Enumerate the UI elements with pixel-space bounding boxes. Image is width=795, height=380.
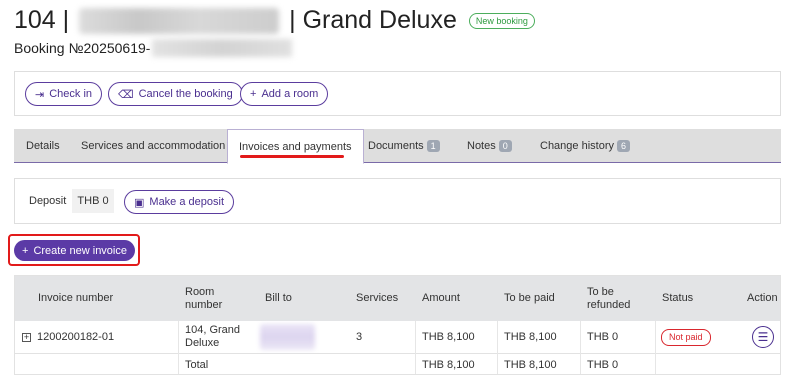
to-be-refunded-cell: THB 0	[587, 330, 619, 343]
new-booking-badge: New booking	[468, 12, 535, 29]
header-action: Action	[747, 292, 778, 304]
add-room-label: Add a room	[261, 88, 319, 100]
header-to-be-paid: To be paid	[504, 292, 555, 304]
invoice-number-cell: + 1200200182-01	[22, 321, 114, 353]
column-divider	[497, 321, 498, 374]
total-label: Total	[185, 358, 209, 371]
table-row: + 1200200182-01 104, Grand Deluxe 3 THB …	[15, 321, 780, 354]
table-header: Invoice number Room number Bill to Servi…	[15, 276, 780, 321]
booking-tabs: Details Services and accommodation Invoi…	[14, 129, 781, 164]
header-status: Status	[662, 292, 694, 304]
total-to-be-paid: THB 8,100	[504, 358, 557, 371]
tab-notes[interactable]: Notes 0	[456, 129, 523, 163]
deposit-panel: Deposit THB 0 ▣ Make a deposit	[14, 178, 781, 224]
create-invoice-label: Create new invoice	[33, 244, 127, 257]
tab-label: Change history	[540, 140, 614, 152]
tab-label: Invoices and payments	[239, 140, 352, 153]
check-in-label: Check in	[49, 88, 93, 100]
create-invoice-highlight: + Create new invoice	[8, 234, 140, 266]
cancel-icon: ⌫	[118, 88, 134, 101]
room-number: 104 |	[14, 6, 70, 34]
add-room-button[interactable]: + Add a room	[240, 82, 329, 106]
column-divider	[415, 321, 416, 374]
history-count-badge: 6	[617, 140, 631, 152]
make-deposit-button[interactable]: ▣ Make a deposit	[124, 190, 235, 214]
tab-details[interactable]: Details	[15, 129, 71, 163]
tab-label: Services and accommodation	[81, 140, 226, 152]
header-room-number: Room number	[185, 285, 223, 311]
column-divider	[178, 321, 179, 374]
bill-to-cell	[260, 321, 315, 353]
check-in-icon: ⇥	[35, 88, 45, 101]
guest-name-redacted	[79, 7, 280, 34]
booking-number-row: Booking №20250619-	[14, 39, 293, 57]
column-divider	[580, 321, 581, 374]
header-to-be-refunded: To be refunded	[587, 285, 631, 311]
total-amount: THB 8,100	[422, 358, 475, 371]
booking-number: Booking №20250619-	[14, 40, 151, 56]
deposit-value: THB 0	[72, 189, 114, 213]
deposit-label: Deposit	[29, 195, 67, 207]
tab-invoices-payments[interactable]: Invoices and payments	[227, 129, 364, 164]
wallet-icon: ▣	[134, 196, 145, 209]
bill-to-redacted	[260, 324, 315, 350]
tab-documents[interactable]: Documents 1	[357, 129, 451, 163]
table-total-row: Total THB 8,100 THB 8,100 THB 0	[15, 354, 780, 374]
tab-services-accommodation[interactable]: Services and accommodation	[70, 129, 236, 163]
booking-number-redacted	[152, 39, 293, 57]
invoices-table: Invoice number Room number Bill to Servi…	[14, 275, 781, 375]
plus-icon: +	[250, 88, 257, 100]
expand-icon[interactable]: +	[22, 332, 31, 342]
cancel-booking-label: Cancel the booking	[138, 88, 233, 100]
cancel-booking-button[interactable]: ⌫ Cancel the booking	[108, 82, 243, 106]
to-be-paid-cell: THB 8,100	[504, 330, 557, 343]
status-badge: Not paid	[661, 328, 711, 346]
plus-icon: +	[22, 244, 29, 257]
active-tab-highlight	[240, 155, 344, 158]
amount-cell: THB 8,100	[422, 330, 475, 343]
header-services: Services	[356, 292, 399, 304]
documents-count-badge: 1	[426, 140, 440, 152]
tab-label: Details	[26, 140, 60, 152]
action-cell: ☰	[752, 321, 774, 353]
room-type: | Grand Deluxe	[289, 6, 457, 34]
services-cell: 3	[356, 330, 363, 343]
status-cell: Not paid	[661, 321, 711, 353]
tab-label: Notes	[467, 140, 496, 152]
booking-title: 104 | | Grand Deluxe New booking	[14, 6, 535, 35]
menu-icon[interactable]: ☰	[752, 326, 774, 348]
tab-label: Documents	[368, 140, 424, 152]
make-deposit-label: Make a deposit	[149, 196, 225, 208]
room-number-cell: 104, Grand Deluxe	[185, 324, 241, 349]
notes-count-badge: 0	[498, 140, 512, 152]
tab-change-history[interactable]: Change history 6	[529, 129, 641, 163]
column-divider	[655, 321, 656, 374]
header-invoice-number: Invoice number	[38, 292, 114, 304]
invoice-number: 1200200182-01	[37, 330, 115, 343]
booking-actions-panel: ⇥ Check in ⌫ Cancel the booking + Add a …	[14, 71, 781, 116]
header-bill-to: Bill to	[265, 292, 292, 304]
header-amount: Amount	[422, 292, 460, 304]
total-to-be-refunded: THB 0	[587, 358, 619, 371]
check-in-button[interactable]: ⇥ Check in	[25, 82, 103, 106]
create-invoice-button[interactable]: + Create new invoice	[14, 240, 135, 261]
